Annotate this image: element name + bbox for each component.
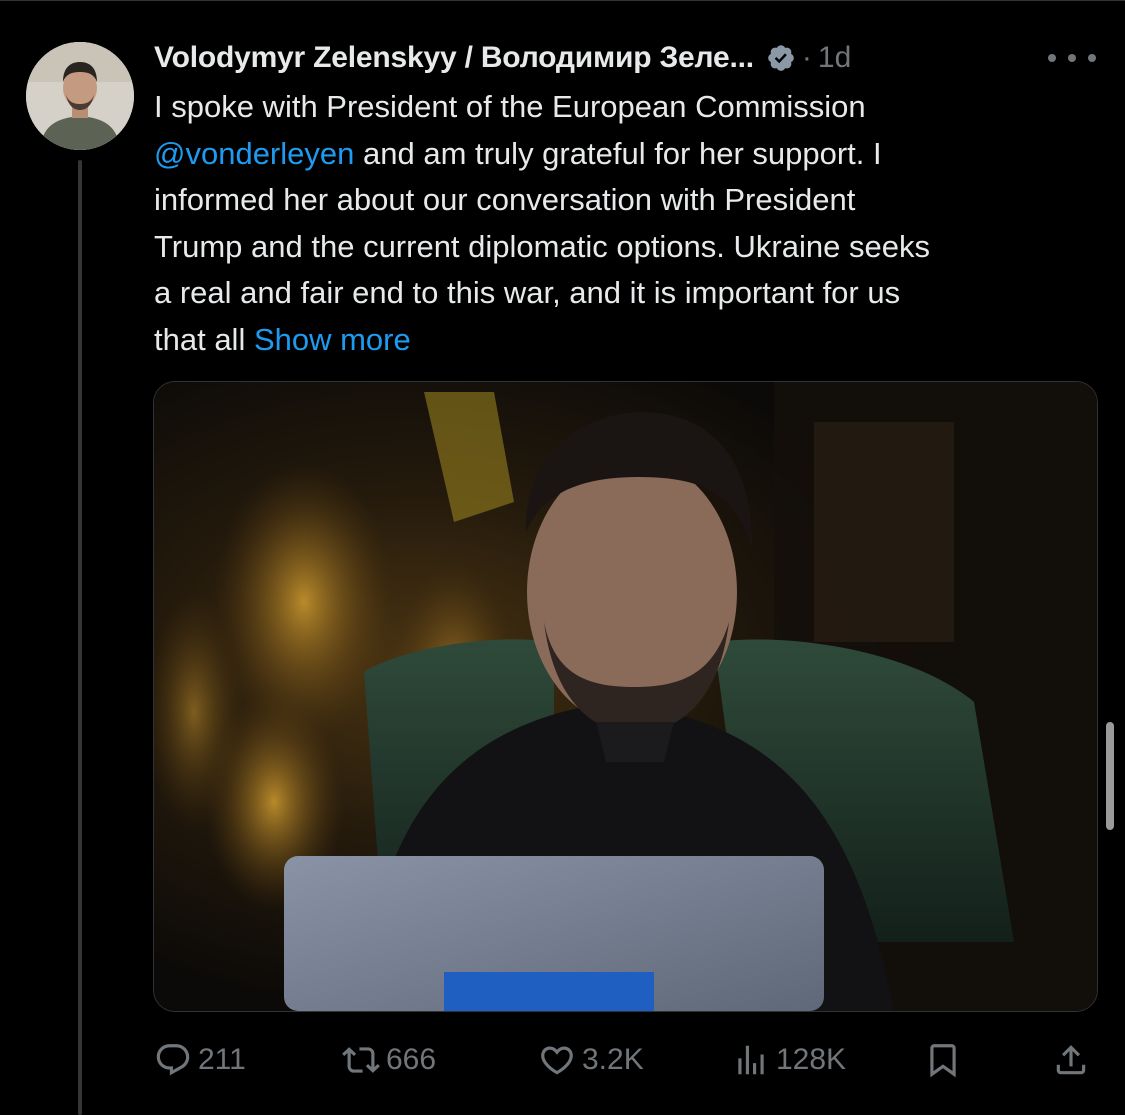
tweet-text-segment: a real and fair end to this war, and it … — [154, 275, 901, 310]
views-count: 128K — [776, 1043, 847, 1076]
tweet-text-line: that all Show more — [154, 317, 1104, 364]
tweet-text-segment: Trump and the current diplomatic options… — [154, 228, 930, 264]
reply-icon — [154, 1041, 192, 1079]
avatar[interactable] — [26, 42, 134, 150]
header-separator: · — [801, 41, 812, 74]
more-dots-icon[interactable] — [1048, 48, 1096, 68]
heart-icon — [538, 1041, 576, 1079]
scrollbar-thumb[interactable] — [1106, 722, 1114, 830]
repost-button[interactable]: 666 — [342, 1030, 436, 1090]
more-dot — [1048, 54, 1056, 62]
tweet-text-segment: and am truly grateful for her support. I — [354, 135, 882, 171]
thread-connector-line — [78, 160, 82, 1115]
like-count: 3.2K — [582, 1043, 644, 1076]
more-dot — [1088, 54, 1096, 62]
like-button[interactable]: 3.2K — [538, 1030, 644, 1090]
mention-link[interactable]: @vonderleyen — [154, 136, 354, 171]
bookmark-icon — [924, 1041, 962, 1079]
verified-badge-icon[interactable] — [766, 43, 796, 73]
tweet-text-line: @vonderleyen and am truly grateful for h… — [154, 131, 1104, 178]
tweet-text-line: a real and fair end to this war, and it … — [154, 270, 1104, 317]
views-button[interactable]: 128K — [732, 1030, 846, 1090]
share-button[interactable] — [1052, 1030, 1090, 1090]
tweet-media-image[interactable] — [153, 381, 1098, 1012]
reply-button[interactable]: 211 — [154, 1030, 246, 1090]
repost-count: 666 — [386, 1043, 437, 1076]
tweet-text-line: I spoke with President of the European C… — [154, 84, 1104, 131]
views-icon — [732, 1041, 770, 1079]
more-dot — [1068, 54, 1076, 62]
show-more-link[interactable]: Show more — [254, 322, 411, 357]
repost-icon — [342, 1041, 380, 1079]
display-name[interactable]: Volodymyr Zelenskyy / Володимир Зеле... — [154, 41, 754, 75]
tweet-text-segment: I spoke with President of the European C… — [154, 89, 866, 124]
tweet-text: I spoke with President of the European C… — [154, 84, 1104, 363]
top-divider — [0, 0, 1125, 1]
reply-count: 211 — [198, 1043, 246, 1076]
photo-illustration — [154, 382, 1097, 1011]
avatar-image — [26, 42, 134, 150]
tweet-header: Volodymyr Zelenskyy / Володимир Зеле... … — [154, 36, 1104, 80]
tweet-text-line: informed her about our conversation with… — [154, 177, 1104, 224]
bookmark-button[interactable] — [924, 1030, 962, 1090]
tweet-text-segment: informed her about our conversation with… — [154, 182, 856, 217]
timestamp[interactable]: 1d — [818, 41, 851, 75]
action-bar: 211 666 3.2K 128K — [154, 1030, 1094, 1090]
tweet-text-line: Trump and the current diplomatic options… — [154, 224, 1104, 271]
share-icon — [1052, 1041, 1090, 1079]
tweet-text-segment: that all — [154, 321, 254, 357]
